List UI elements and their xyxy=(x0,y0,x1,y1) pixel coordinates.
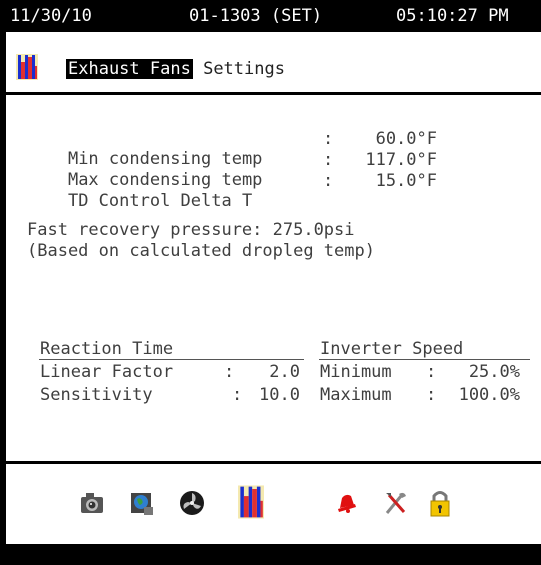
alarm-bell-icon[interactable] xyxy=(332,488,360,518)
td-control-label: TD Control Delta T xyxy=(67,191,253,211)
min-condensing-sep: : xyxy=(323,129,334,149)
reaction-time-header: Reaction Time xyxy=(40,339,174,359)
status-unit: 01-1303 (SET) xyxy=(189,6,323,26)
td-control-sep: : xyxy=(323,171,334,191)
linear-factor-label: Linear Factor xyxy=(40,362,174,382)
bar-gauge-icon xyxy=(16,54,38,80)
sensitivity-label: Sensitivity xyxy=(40,385,153,405)
title-divider xyxy=(6,92,541,95)
fan-icon[interactable] xyxy=(178,488,206,518)
inverter-minimum-label: Minimum xyxy=(320,362,392,382)
inverter-speed-underline xyxy=(319,359,530,360)
bar-gauge-icon[interactable] xyxy=(238,485,264,519)
camera-icon[interactable] xyxy=(78,488,106,518)
page-title-selected[interactable]: Exhaust Fans xyxy=(66,59,193,79)
status-date: 11/30/10 xyxy=(10,6,92,26)
linear-factor-sep: : xyxy=(224,362,235,382)
status-bar: 11/30/10 01-1303 (SET) 05:10:27 PM xyxy=(6,0,541,32)
max-condensing-value[interactable]: 117.0°F xyxy=(346,150,437,170)
min-condensing-value[interactable]: 60.0°F xyxy=(346,129,437,149)
page-title-rest[interactable]: Settings xyxy=(203,59,285,79)
title-row: Exhaust Fans Settings xyxy=(6,32,541,92)
settings-panel: Min condensing temp : 60.0°F Max condens… xyxy=(6,96,541,458)
reaction-time-underline xyxy=(39,359,304,360)
inverter-speed-header: Inverter Speed xyxy=(320,339,464,359)
sensitivity-value[interactable]: 10.0 xyxy=(240,385,300,405)
toolbar xyxy=(6,467,541,544)
fast-recovery-note: (Based on calculated dropleg temp) xyxy=(27,241,375,261)
td-control-value[interactable]: 15.0°F xyxy=(346,171,437,191)
fast-recovery-pressure[interactable]: Fast recovery pressure: 275.0psi xyxy=(27,220,355,240)
globe-icon[interactable] xyxy=(128,488,156,518)
max-condensing-sep: : xyxy=(323,150,334,170)
inverter-minimum-sep: : xyxy=(426,362,437,382)
linear-factor-value[interactable]: 2.0 xyxy=(240,362,300,382)
tools-icon[interactable] xyxy=(382,488,410,518)
inverter-maximum-value[interactable]: 100.0% xyxy=(434,385,520,405)
inverter-minimum-value[interactable]: 25.0% xyxy=(440,362,520,382)
bottom-status-bar xyxy=(6,544,541,565)
status-time: 05:10:27 PM xyxy=(396,6,509,26)
page-title: Exhaust Fans Settings xyxy=(66,58,285,80)
toolbar-divider xyxy=(6,461,541,464)
inverter-maximum-label: Maximum xyxy=(320,385,392,405)
lock-icon[interactable] xyxy=(426,488,454,518)
